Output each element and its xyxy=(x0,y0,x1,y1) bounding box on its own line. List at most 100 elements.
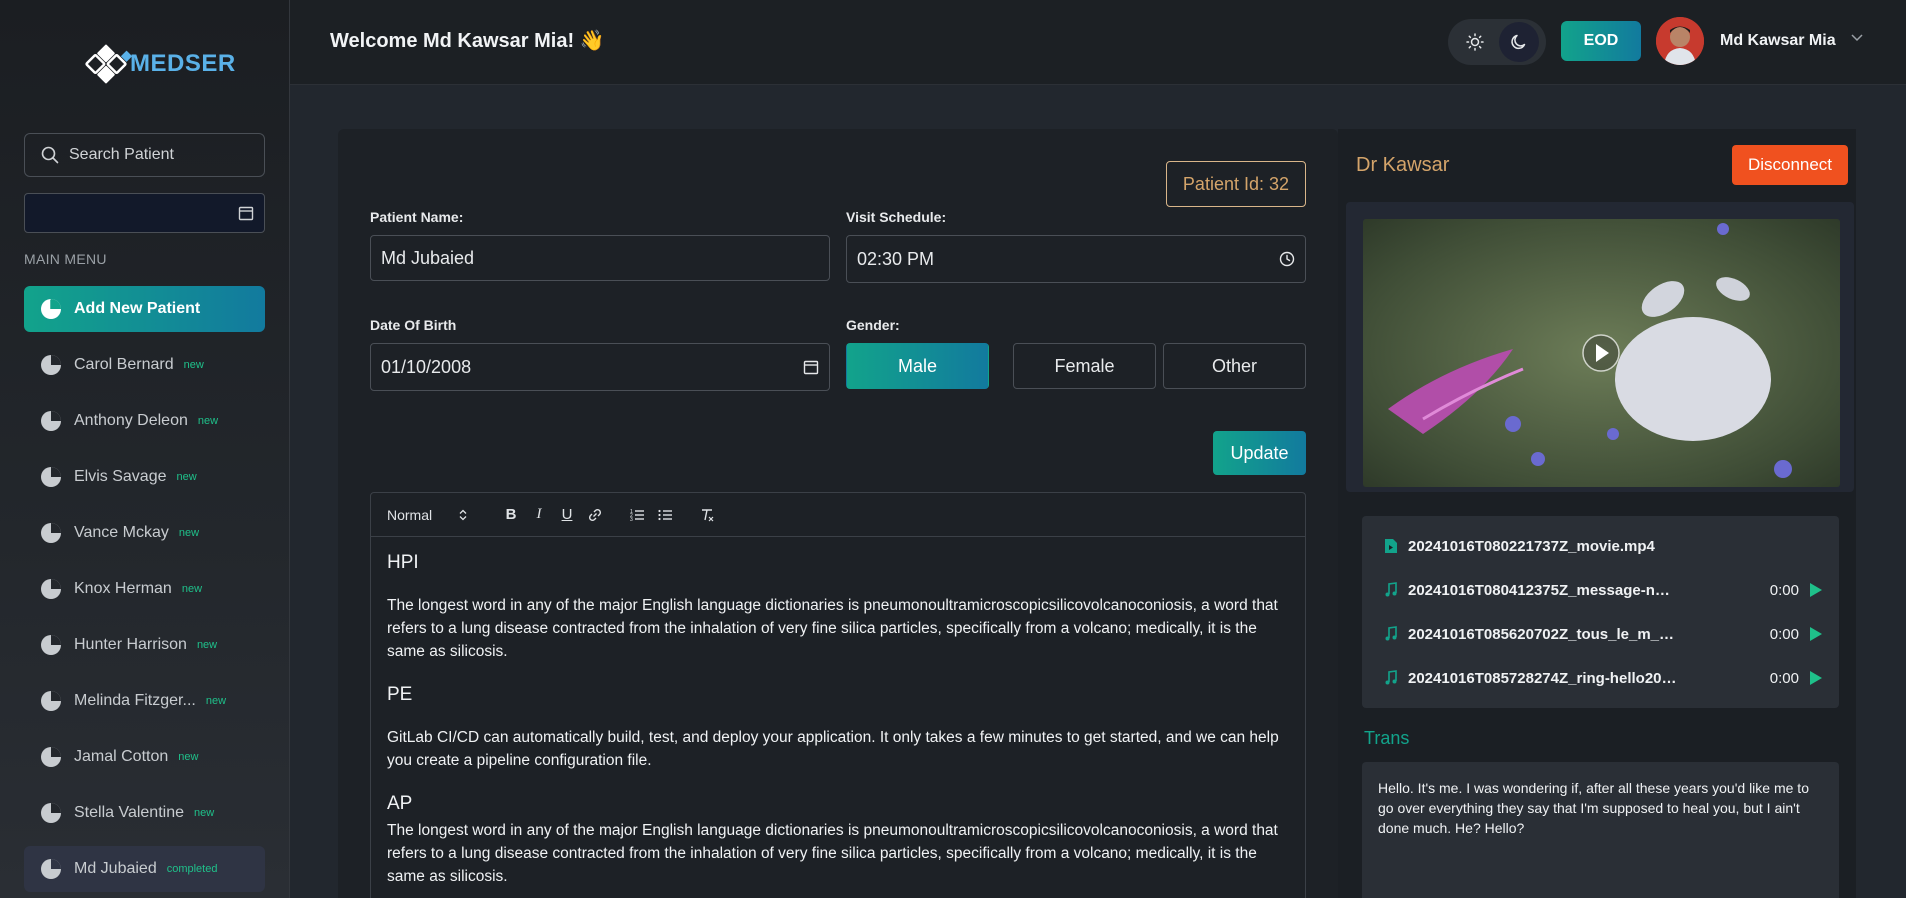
calendar-icon[interactable] xyxy=(803,359,819,375)
pie-chart-icon xyxy=(41,691,61,711)
bullet-list-icon[interactable] xyxy=(651,501,679,529)
play-icon[interactable] xyxy=(1809,626,1823,642)
pie-chart-icon xyxy=(41,411,61,431)
pie-chart-icon xyxy=(41,747,61,767)
list-item[interactable]: 20241016T080412375Z_message-not... 0:00 xyxy=(1362,568,1839,612)
status-badge: new xyxy=(176,471,197,483)
user-avatar-icon xyxy=(1656,17,1704,65)
video-thumbnail xyxy=(1363,219,1840,487)
nav-item-label: Vance Mckay xyxy=(74,524,169,541)
format-select[interactable]: Normal xyxy=(387,507,477,523)
list-item[interactable]: 20241016T085620702Z_tous_le_m_m... 0:00 xyxy=(1362,612,1839,656)
recording-files-list: 20241016T080221737Z_movie.mp4 20241016T0… xyxy=(1362,516,1839,708)
patient-name-value: Md Jubaied xyxy=(381,247,475,268)
light-mode-button[interactable] xyxy=(1455,22,1495,62)
sidebar-item-patient[interactable]: Anthony Deleon new xyxy=(24,398,265,444)
eod-button[interactable]: EOD xyxy=(1561,21,1641,61)
user-name[interactable]: Md Kawsar Mia xyxy=(1720,32,1836,50)
link-icon[interactable] xyxy=(581,501,609,529)
add-new-patient-button[interactable]: Add New Patient xyxy=(24,286,265,332)
music-note-icon xyxy=(1385,626,1397,641)
theme-toggle[interactable] xyxy=(1448,19,1546,65)
video-file-icon xyxy=(1385,539,1397,553)
sidebar-item-patient[interactable]: Jamal Cotton new xyxy=(24,734,265,780)
transcript-box[interactable]: Hello. It's me. I was wondering if, afte… xyxy=(1362,762,1839,898)
nav-item-label: Stella Valentine xyxy=(74,804,184,821)
sidebar-item-patient[interactable]: Hunter Harrison new xyxy=(24,622,265,668)
sidebar: MEDSER MAIN MENU Add New Patient Carol B… xyxy=(0,0,290,898)
pie-chart-icon xyxy=(41,803,61,823)
calendar-icon[interactable] xyxy=(238,205,254,221)
audio-time: 0:00 xyxy=(1769,625,1799,643)
nav-item-label: Md Jubaied xyxy=(74,860,157,877)
visit-schedule-input[interactable]: 02:30 PM xyxy=(846,235,1306,283)
notes-editor[interactable]: Normal B I U 123 HPI The longest word in… xyxy=(370,492,1306,898)
search-icon xyxy=(41,146,59,164)
status-badge: new xyxy=(197,415,219,427)
section-heading: PE xyxy=(387,684,413,705)
nav-item-label: Knox Herman xyxy=(74,580,172,597)
dob-value: 01/10/2008 xyxy=(381,356,472,377)
music-note-icon xyxy=(1385,670,1397,685)
gender-other-button[interactable]: Other xyxy=(1163,343,1306,389)
disconnect-button[interactable]: Disconnect xyxy=(1732,145,1848,185)
sidebar-item-patient[interactable]: Elvis Savage new xyxy=(24,454,265,500)
section-heading: HPI xyxy=(387,552,419,573)
music-note-icon xyxy=(1385,582,1397,597)
dob-label: Date Of Birth xyxy=(370,317,457,333)
list-item[interactable]: 20241016T080221737Z_movie.mp4 xyxy=(1362,524,1839,568)
sidebar-item-patient[interactable]: Stella Valentine new xyxy=(24,790,265,836)
editor-content[interactable]: HPI The longest word in any of the major… xyxy=(371,537,1305,898)
italic-icon[interactable]: I xyxy=(525,501,553,529)
file-name: 20241016T085728274Z_ring-hello201... xyxy=(1408,669,1678,687)
dark-mode-button[interactable] xyxy=(1499,22,1539,62)
pie-chart-icon xyxy=(41,859,61,879)
section-heading: AP xyxy=(387,793,413,814)
gender-female-button[interactable]: Female xyxy=(1013,343,1156,389)
clock-icon[interactable] xyxy=(1279,251,1295,267)
sidebar-item-patient[interactable]: Vance Mckay new xyxy=(24,510,265,556)
moon-icon xyxy=(1511,34,1526,50)
patient-name-input[interactable]: Md Jubaied xyxy=(370,235,830,281)
sidebar-item-patient[interactable]: Knox Herman new xyxy=(24,566,265,612)
avatar[interactable] xyxy=(1656,17,1704,65)
search-input[interactable] xyxy=(69,146,239,164)
clear-format-icon[interactable] xyxy=(693,501,721,529)
pie-chart-icon xyxy=(41,467,61,487)
pie-chart-icon xyxy=(41,523,61,543)
format-select-value: Normal xyxy=(387,506,433,523)
audio-time: 0:00 xyxy=(1769,581,1799,599)
play-icon[interactable] xyxy=(1809,582,1823,598)
dob-input[interactable]: 01/10/2008 xyxy=(370,343,830,391)
sidebar-item-patient-active[interactable]: Md Jubaied completed xyxy=(24,846,265,892)
nav-item-label: Jamal Cotton xyxy=(74,748,169,765)
call-panel: Dr Kawsar Disconnect 20241016T080221737Z… xyxy=(1338,129,1856,898)
sidebar-item-patient[interactable]: Carol Bernard new xyxy=(24,342,265,388)
section-text: The longest word in any of the major Eng… xyxy=(387,822,1278,885)
date-filter-input[interactable] xyxy=(24,193,265,233)
nav-item-label: Elvis Savage xyxy=(74,468,167,485)
status-badge: new xyxy=(196,639,218,651)
nav-item-label: Hunter Harrison xyxy=(74,636,187,653)
status-badge: new xyxy=(183,359,204,371)
svg-text:3: 3 xyxy=(630,517,633,523)
nav-item-label: Melinda Fitzger... xyxy=(74,692,196,709)
sun-icon xyxy=(1466,33,1484,51)
play-icon[interactable] xyxy=(1809,670,1823,686)
search-box[interactable] xyxy=(24,133,265,177)
gender-label: Gender: xyxy=(846,317,900,333)
bold-icon[interactable]: B xyxy=(497,501,525,529)
pie-chart-icon xyxy=(41,355,61,375)
list-item[interactable]: 20241016T085728274Z_ring-hello201... 0:0… xyxy=(1362,656,1839,700)
ordered-list-icon[interactable]: 123 xyxy=(623,501,651,529)
top-header: Welcome Md Kawsar Mia! 👋 EOD Md Kawsar M… xyxy=(290,0,1906,85)
gender-male-button[interactable]: Male xyxy=(846,343,989,389)
video-player[interactable] xyxy=(1363,219,1840,487)
file-name: 20241016T080221737Z_movie.mp4 xyxy=(1408,537,1655,555)
update-button[interactable]: Update xyxy=(1213,431,1306,475)
sidebar-item-patient[interactable]: Melinda Fitzger... new xyxy=(24,678,265,724)
underline-icon[interactable]: U xyxy=(553,501,581,529)
chevron-down-icon[interactable] xyxy=(1850,30,1864,44)
section-text: The longest word in any of the major Eng… xyxy=(387,597,1278,660)
brand-logo[interactable]: MEDSER xyxy=(78,36,236,92)
